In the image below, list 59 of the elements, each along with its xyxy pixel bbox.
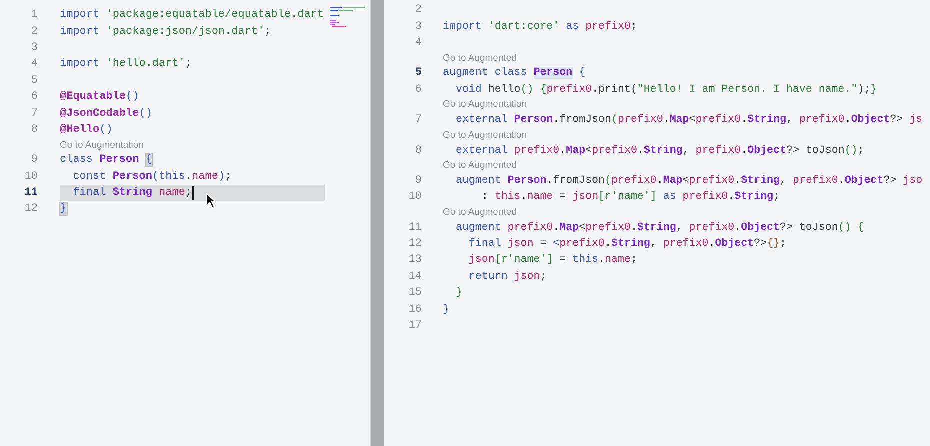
line-number: 13: [408, 254, 422, 266]
line-number: 3: [414, 20, 422, 33]
line-number: 2: [414, 4, 422, 16]
line-number: 10: [24, 170, 38, 183]
line-number: 4: [414, 36, 422, 49]
code-line: final String name;: [72, 186, 192, 202]
line-number: 14: [408, 270, 422, 283]
code-line: external prefix0.Map<prefix0.String, prefix0.Object?> toJson();: [454, 144, 864, 159]
line-number: 7: [30, 108, 38, 120]
code-lens-link[interactable]: Go to Augmentation: [443, 99, 527, 110]
code-line: : this.name = json[r'name'] as prefix0.String;: [480, 190, 780, 206]
line-number: 9: [30, 154, 38, 166]
line-number: 12: [24, 203, 38, 216]
code-line: @Hello(): [60, 122, 113, 138]
code-line: augment Person.fromJson(prefix0.Map<prefix0.String, prefix0.Object?> jso: [454, 174, 923, 189]
code-line: void hello() {prefix0.print("Hello! I am Person. I have name.");}: [454, 82, 878, 98]
code-lens-link[interactable]: Go to Augmentation: [443, 130, 527, 141]
line-number: 8: [30, 124, 38, 136]
code-line: import 'package:equatable/equatable.dart: [60, 8, 324, 24]
line-number: 1: [30, 9, 38, 22]
code-line: class Person {: [60, 153, 152, 168]
code-line: augment class Person {: [443, 66, 586, 82]
code-line: }: [443, 302, 450, 318]
line-number: 17: [408, 320, 422, 332]
line-number: 5: [30, 74, 38, 87]
code-line: augment prefix0.Map<prefix0.String, prefix0.Object?> toJson() {: [454, 220, 864, 236]
code-line: return json;: [468, 270, 547, 285]
code-line: json[r'name'] = this.name;: [468, 253, 638, 268]
code-line: import 'package:json/json.dart';: [60, 24, 272, 40]
line-number: 3: [30, 42, 38, 54]
line-number: 7: [414, 114, 422, 126]
code-line: external Person.fromJson(prefix0.Map<prefix0.String, prefix0.Object?> js: [454, 113, 923, 128]
line-number: 6: [414, 84, 422, 96]
code-line: @JsonCodable(): [60, 106, 152, 122]
minimap-drawing: [330, 6, 368, 28]
line-number: 11: [408, 222, 422, 234]
line-number: 9: [414, 174, 422, 187]
code-line: import 'dart:core' as prefix0;: [443, 20, 638, 35]
line-number: 2: [30, 26, 38, 38]
line-number: 16: [408, 304, 422, 316]
code-line: import 'hello.dart';: [60, 57, 192, 72]
line-number: 4: [30, 58, 38, 70]
splitter-bar[interactable]: [371, 0, 384, 446]
code-lens-link[interactable]: Go to Augmented: [443, 52, 517, 64]
line-number: 12: [408, 238, 422, 250]
code-line: final json = <prefix0.String, prefix0.Object?>{};: [468, 237, 787, 252]
line-number: 6: [30, 91, 38, 104]
line-number: 11: [24, 187, 38, 200]
mouse-pointer-icon: [206, 193, 217, 209]
code-line: @Equatable(): [60, 90, 140, 106]
line-number: 5: [414, 67, 422, 80]
code-lens-link[interactable]: Go to Augmented: [443, 160, 517, 172]
line-number: 15: [408, 287, 422, 300]
line-number: 8: [414, 144, 422, 157]
code-lens-link[interactable]: Go to Augmentation: [60, 140, 144, 151]
code-lens-link[interactable]: Go to Augmented: [443, 207, 517, 218]
code-line: const Person(this.name);: [72, 170, 232, 185]
line-number: 10: [408, 191, 422, 204]
code-line: }: [454, 286, 462, 302]
